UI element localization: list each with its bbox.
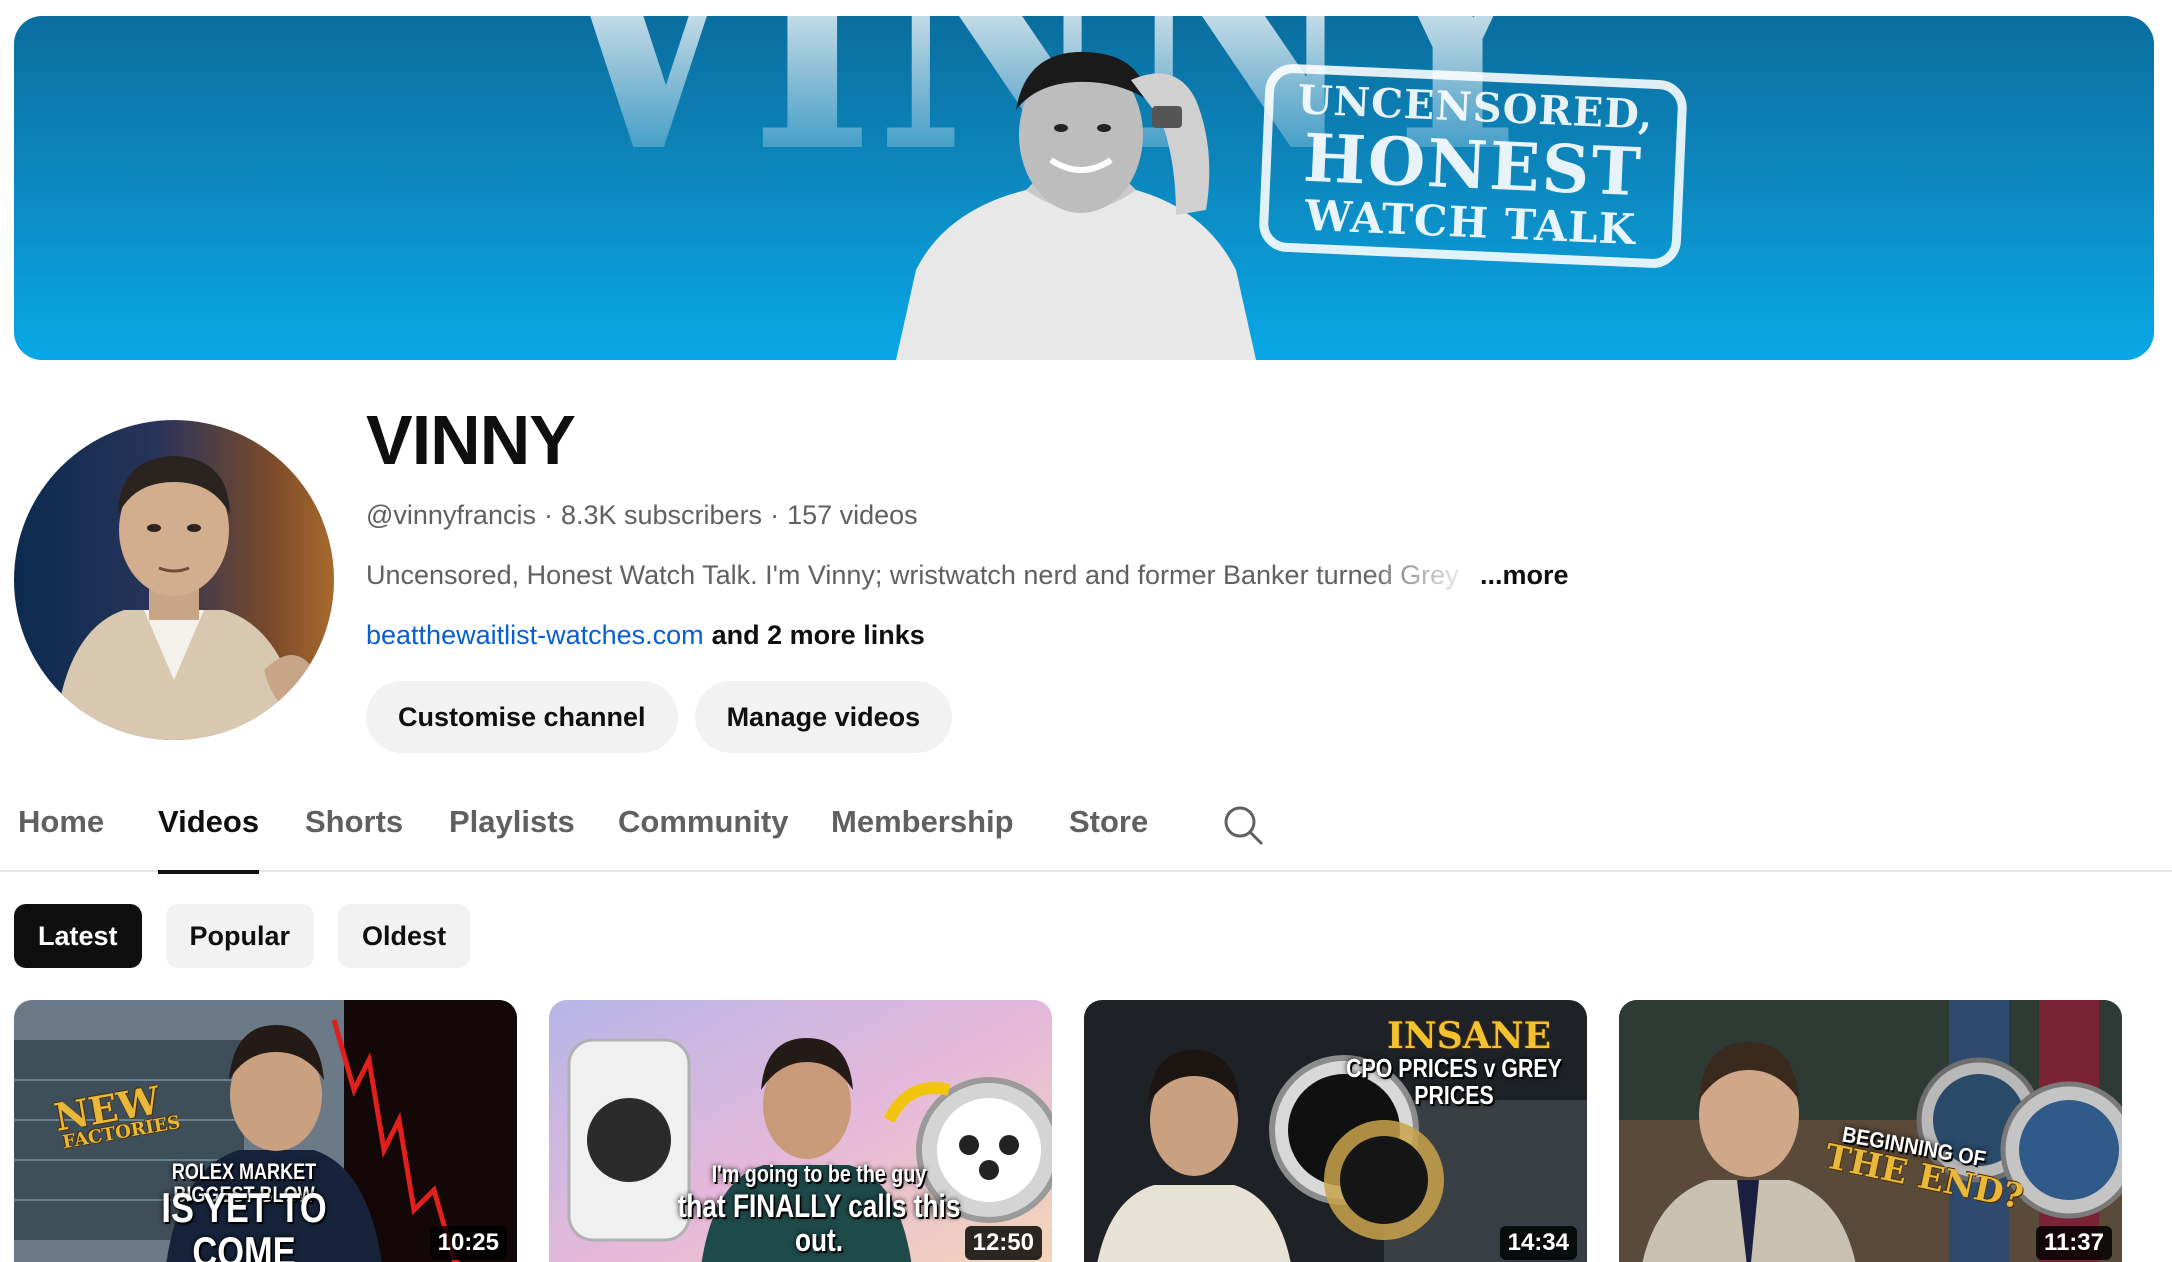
tab-shorts[interactable]: Shorts	[305, 804, 403, 872]
channel-avatar[interactable]	[14, 420, 334, 740]
tab-store[interactable]: Store	[1069, 804, 1148, 872]
thumbnail-caption-1: I'm going to be the guy	[711, 1161, 927, 1188]
banner-person-image	[896, 51, 1256, 360]
channel-meta: @vinnyfrancis · 8.3K subscribers · 157 video…	[366, 500, 918, 531]
thumbnail-caption-2: that FINALLY calls this out.	[677, 1188, 961, 1258]
stamp-line-3: WATCH TALK	[1303, 190, 1638, 255]
thumbnail-caption-2: CPO PRICES v GREY PRICES	[1346, 1053, 1562, 1111]
thumbnail-headline: INSANE	[1386, 1015, 1552, 1057]
description-text: Uncensored, Honest Watch Talk. I'm Vinny…	[366, 560, 1459, 590]
meta-separator: ·	[543, 500, 553, 530]
chip-oldest[interactable]: Oldest	[338, 904, 471, 968]
header-buttons: Customise channel Manage videos	[366, 681, 953, 753]
channel-links: beatthewaitlist-watches.com and 2 more li…	[366, 620, 925, 651]
tab-membership[interactable]: Membership	[831, 804, 1014, 872]
tab-home[interactable]: Home	[18, 804, 104, 872]
subscriber-count: 8.3K subscribers	[560, 500, 763, 530]
more-links-button[interactable]: and 2 more links	[712, 620, 925, 650]
video-thumbnail[interactable]: BEGINNING OF THE END? 11:37	[1619, 1000, 2122, 1262]
tab-playlists[interactable]: Playlists	[449, 804, 575, 872]
channel-website-link[interactable]: beatthewaitlist-watches.com	[366, 620, 704, 650]
customise-channel-button[interactable]: Customise channel	[366, 681, 678, 753]
description-more-link[interactable]: ...more	[1480, 560, 1569, 591]
manage-videos-button[interactable]: Manage videos	[694, 681, 953, 753]
search-icon[interactable]	[1222, 804, 1264, 846]
video-thumbnail[interactable]: NEW FACTORIES ROLEX MARKET BIGGEST BLOW …	[14, 1000, 517, 1262]
channel-name: VINNY	[366, 401, 576, 479]
sort-chips: Latest Popular Oldest	[14, 904, 471, 968]
meta-separator: ·	[770, 500, 780, 530]
channel-description[interactable]: Uncensored, Honest Watch Talk. I'm Vinny…	[366, 560, 1569, 591]
video-thumbnail[interactable]: INSANE CPO PRICES v GREY PRICES 14:34	[1084, 1000, 1587, 1262]
thumbnail-caption-2: IS YET TO COME	[161, 1184, 327, 1262]
chip-latest[interactable]: Latest	[14, 904, 142, 968]
video-thumbnail[interactable]: I'm going to be the guy that FINALLY cal…	[549, 1000, 1052, 1262]
channel-tabs: Home Videos Shorts Playlists Community M…	[0, 790, 2172, 874]
video-duration: 12:50	[964, 1226, 1042, 1260]
video-count: 157 videos	[787, 500, 918, 530]
video-duration: 11:37	[2035, 1226, 2112, 1260]
video-duration: 14:34	[1499, 1226, 1577, 1260]
chip-popular[interactable]: Popular	[165, 904, 315, 968]
video-grid: NEW FACTORIES ROLEX MARKET BIGGEST BLOW …	[14, 1000, 2172, 1262]
tab-community[interactable]: Community	[618, 804, 789, 872]
tab-videos[interactable]: Videos	[158, 804, 260, 874]
video-duration: 10:25	[429, 1226, 507, 1260]
channel-handle: @vinnyfrancis	[366, 500, 536, 530]
banner-stamp: UNCENSORED, HONEST WATCH TALK	[1258, 62, 1688, 270]
channel-banner: VINNY UNCENSORED, HONEST WATCH TALK	[14, 16, 2154, 360]
avatar-person-image	[54, 456, 314, 740]
